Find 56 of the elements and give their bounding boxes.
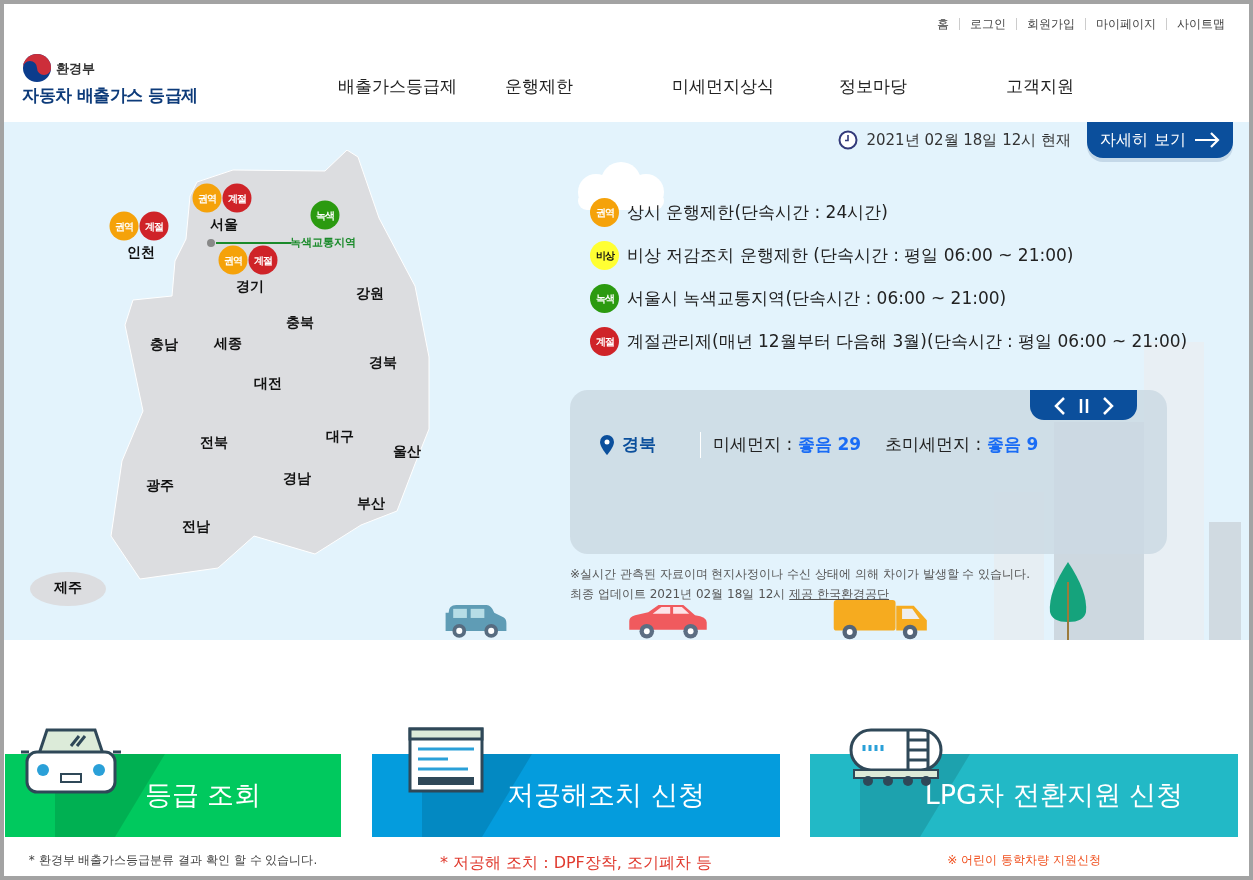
service-note: * 환경부 배출가스등급분류 결과 확인 할 수 있습니다. — [27, 852, 319, 869]
chevron-left-icon — [1053, 396, 1066, 415]
location-pin-icon — [600, 434, 614, 455]
region-label[interactable]: 전북 — [200, 431, 228, 453]
utility-link[interactable]: 사이트맵 — [1166, 18, 1235, 30]
nav-link-item[interactable]: 배출가스등급제 — [337, 74, 505, 100]
region-label[interactable]: 충남 — [150, 333, 178, 355]
region-label[interactable]: 경기 — [236, 275, 264, 297]
utility-link[interactable]: 회원가입 — [1016, 18, 1085, 30]
chevron-right-icon — [1101, 396, 1114, 415]
region-label[interactable]: 광주 — [146, 474, 174, 496]
utility-link[interactable]: 로그인 — [959, 18, 1016, 30]
zone-badge: 계절 — [139, 211, 169, 241]
ultrafine-dust-reading: 초미세먼지 : 좋음 9 — [885, 433, 1039, 456]
provider-link[interactable]: 제공 한국환경공단 — [789, 587, 890, 601]
region-label[interactable]: 경북 — [369, 351, 397, 373]
service-note: * 저공해 조치 : DPF장착, 조기폐차 등 — [438, 852, 714, 874]
legend-text: 계절관리제(매년 12월부터 다음해 3월)(단속시간 : 평일 06:00 ~ 21:00) — [627, 329, 1188, 353]
region-label[interactable]: 강원 — [356, 282, 384, 304]
legend-badge: 비상 — [590, 241, 619, 270]
nav-link-item[interactable]: 미세먼지상식 — [671, 74, 839, 100]
region-label[interactable]: 전남 — [182, 515, 210, 537]
region-name: 경북 — [622, 433, 656, 456]
clock-icon — [838, 130, 859, 150]
service-note: ※ 어린이 통학차량 지원신청 — [946, 852, 1102, 869]
nav-link-item[interactable]: 정보마당 — [838, 74, 1006, 100]
zone-label: 녹색교통지역 — [290, 235, 356, 251]
region-label[interactable]: 대구 — [326, 425, 354, 447]
region-label[interactable]: 부산 — [357, 492, 385, 514]
region-label[interactable]: 충북 — [286, 311, 314, 333]
region-label[interactable]: 울산 — [393, 440, 421, 462]
legend-text: 서울시 녹색교통지역(단속시간 : 06:00 ~ 21:00) — [627, 286, 1007, 310]
legend-badge: 계절 — [590, 327, 619, 356]
nav-link-item[interactable]: 고객지원 — [1005, 74, 1173, 100]
legend-badge: 녹색 — [590, 284, 619, 313]
ministry-name: 환경부 — [56, 59, 95, 78]
document-icon — [408, 727, 484, 793]
arrow-right-icon — [1193, 132, 1220, 148]
region-label[interactable]: 서울 — [210, 213, 238, 235]
nav-link-item[interactable]: 운행제한 — [504, 74, 672, 100]
fine-dust-reading: 미세먼지 : 좋음 29 — [713, 433, 862, 456]
region-label[interactable]: 경남 — [283, 467, 311, 489]
emblem-icon — [22, 53, 52, 84]
utility-link[interactable]: 홈 — [927, 18, 959, 30]
region-label[interactable]: 인천 — [127, 241, 155, 263]
pause-icon — [1077, 397, 1090, 414]
region-label[interactable]: 대전 — [254, 372, 282, 394]
legend-text: 비상 저감조치 운행제한 (단속시간 : 평일 06:00 ~ 21:00) — [627, 243, 1074, 267]
zone-badge: 권역 — [109, 211, 139, 241]
utility-link[interactable]: 마이페이지 — [1085, 18, 1166, 30]
region-label[interactable]: 세종 — [214, 332, 242, 354]
legend-text: 상시 운행제한(단속시간 : 24시간) — [627, 200, 888, 224]
data-note: ※실시간 관측된 자료이며 현지사정이나 수신 상태에 의해 차이가 발생할 수 있습니다. — [570, 566, 1031, 583]
update-note: 최종 업데이트 2021년 02월 18일 12시 제공 한국환경공단 — [570, 586, 891, 603]
timestamp: 2021년 02월 18일 12시 현재 — [866, 129, 1071, 151]
site-logo-title[interactable]: 자동차 배출가스 등급제 — [22, 83, 198, 109]
